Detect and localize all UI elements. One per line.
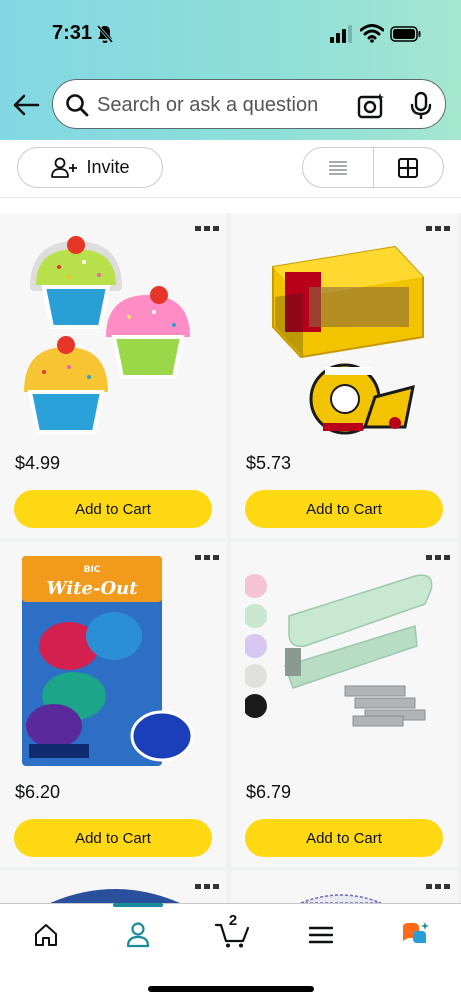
nav-home[interactable]: [26, 918, 66, 952]
menu-icon: [309, 926, 333, 944]
product-price: $4.99: [15, 453, 61, 473]
view-toggle: [302, 147, 444, 188]
nav-rufus[interactable]: [396, 918, 436, 952]
product-image[interactable]: BIC Wite-Out: [14, 556, 210, 776]
invite-button[interactable]: Invite: [17, 147, 163, 188]
product-image[interactable]: [14, 227, 210, 447]
more-options-icon[interactable]: [426, 883, 450, 891]
product-image[interactable]: [245, 227, 441, 447]
product-image[interactable]: [40, 885, 190, 903]
product-card[interactable]: $6.79 Add to Cart: [231, 542, 458, 867]
add-to-cart-button[interactable]: Add to Cart: [14, 490, 212, 528]
home-icon: [35, 924, 57, 946]
list-toolbar: Invite: [0, 140, 461, 198]
product-grid: $4.99 Add to Cart $5.73 Add to Cart BIC …: [0, 213, 461, 903]
microphone-icon[interactable]: [409, 92, 433, 120]
product-card[interactable]: BIC Wite-Out $6.20 Add to Cart: [0, 542, 227, 867]
product-price: $6.20: [15, 782, 61, 802]
rufus-icon: [403, 922, 429, 943]
add-to-cart-button[interactable]: Add to Cart: [245, 819, 443, 857]
camera-search-icon[interactable]: [357, 92, 385, 120]
grid-view-button[interactable]: [372, 148, 444, 187]
bottom-navigation: 2: [0, 903, 461, 1000]
product-image[interactable]: [245, 556, 441, 776]
active-tab-indicator: [113, 903, 163, 907]
list-view-button[interactable]: [303, 148, 373, 187]
product-price: $6.79: [246, 782, 292, 802]
status-time: 7:31: [52, 22, 93, 44]
invite-label: Invite: [86, 157, 130, 177]
add-to-cart-button[interactable]: Add to Cart: [245, 490, 443, 528]
list-view-icon: [328, 160, 347, 175]
wite-out-brand-text: Wite-Out: [46, 578, 138, 599]
product-price: $5.73: [246, 453, 292, 473]
search-input[interactable]: [97, 92, 337, 118]
product-card[interactable]: [231, 871, 458, 903]
product-card[interactable]: [0, 871, 227, 903]
product-card[interactable]: $4.99 Add to Cart: [0, 213, 227, 538]
cellular-signal-icon: [330, 25, 352, 43]
home-indicator: [148, 986, 314, 992]
bell-muted-icon: [96, 25, 114, 43]
product-card[interactable]: $5.73 Add to Cart: [231, 213, 458, 538]
grid-view-icon: [398, 157, 419, 178]
add-person-icon: [51, 157, 78, 178]
bic-brand-text: BIC: [84, 565, 101, 575]
nav-cart[interactable]: 2: [212, 912, 252, 952]
header: 7:31: [0, 0, 461, 140]
status-bar: 7:31: [0, 0, 461, 68]
battery-icon: [390, 26, 421, 42]
search-bar[interactable]: [52, 79, 446, 129]
wifi-icon: [360, 24, 384, 43]
search-icon: [66, 94, 89, 117]
account-icon: [126, 922, 150, 948]
more-options-icon[interactable]: [195, 883, 219, 891]
nav-menu[interactable]: [301, 918, 341, 952]
cart-count: 2: [228, 912, 238, 929]
back-arrow-icon[interactable]: [12, 93, 40, 117]
add-to-cart-button[interactable]: Add to Cart: [14, 819, 212, 857]
nav-account[interactable]: [118, 918, 158, 952]
product-image[interactable]: [281, 885, 401, 903]
